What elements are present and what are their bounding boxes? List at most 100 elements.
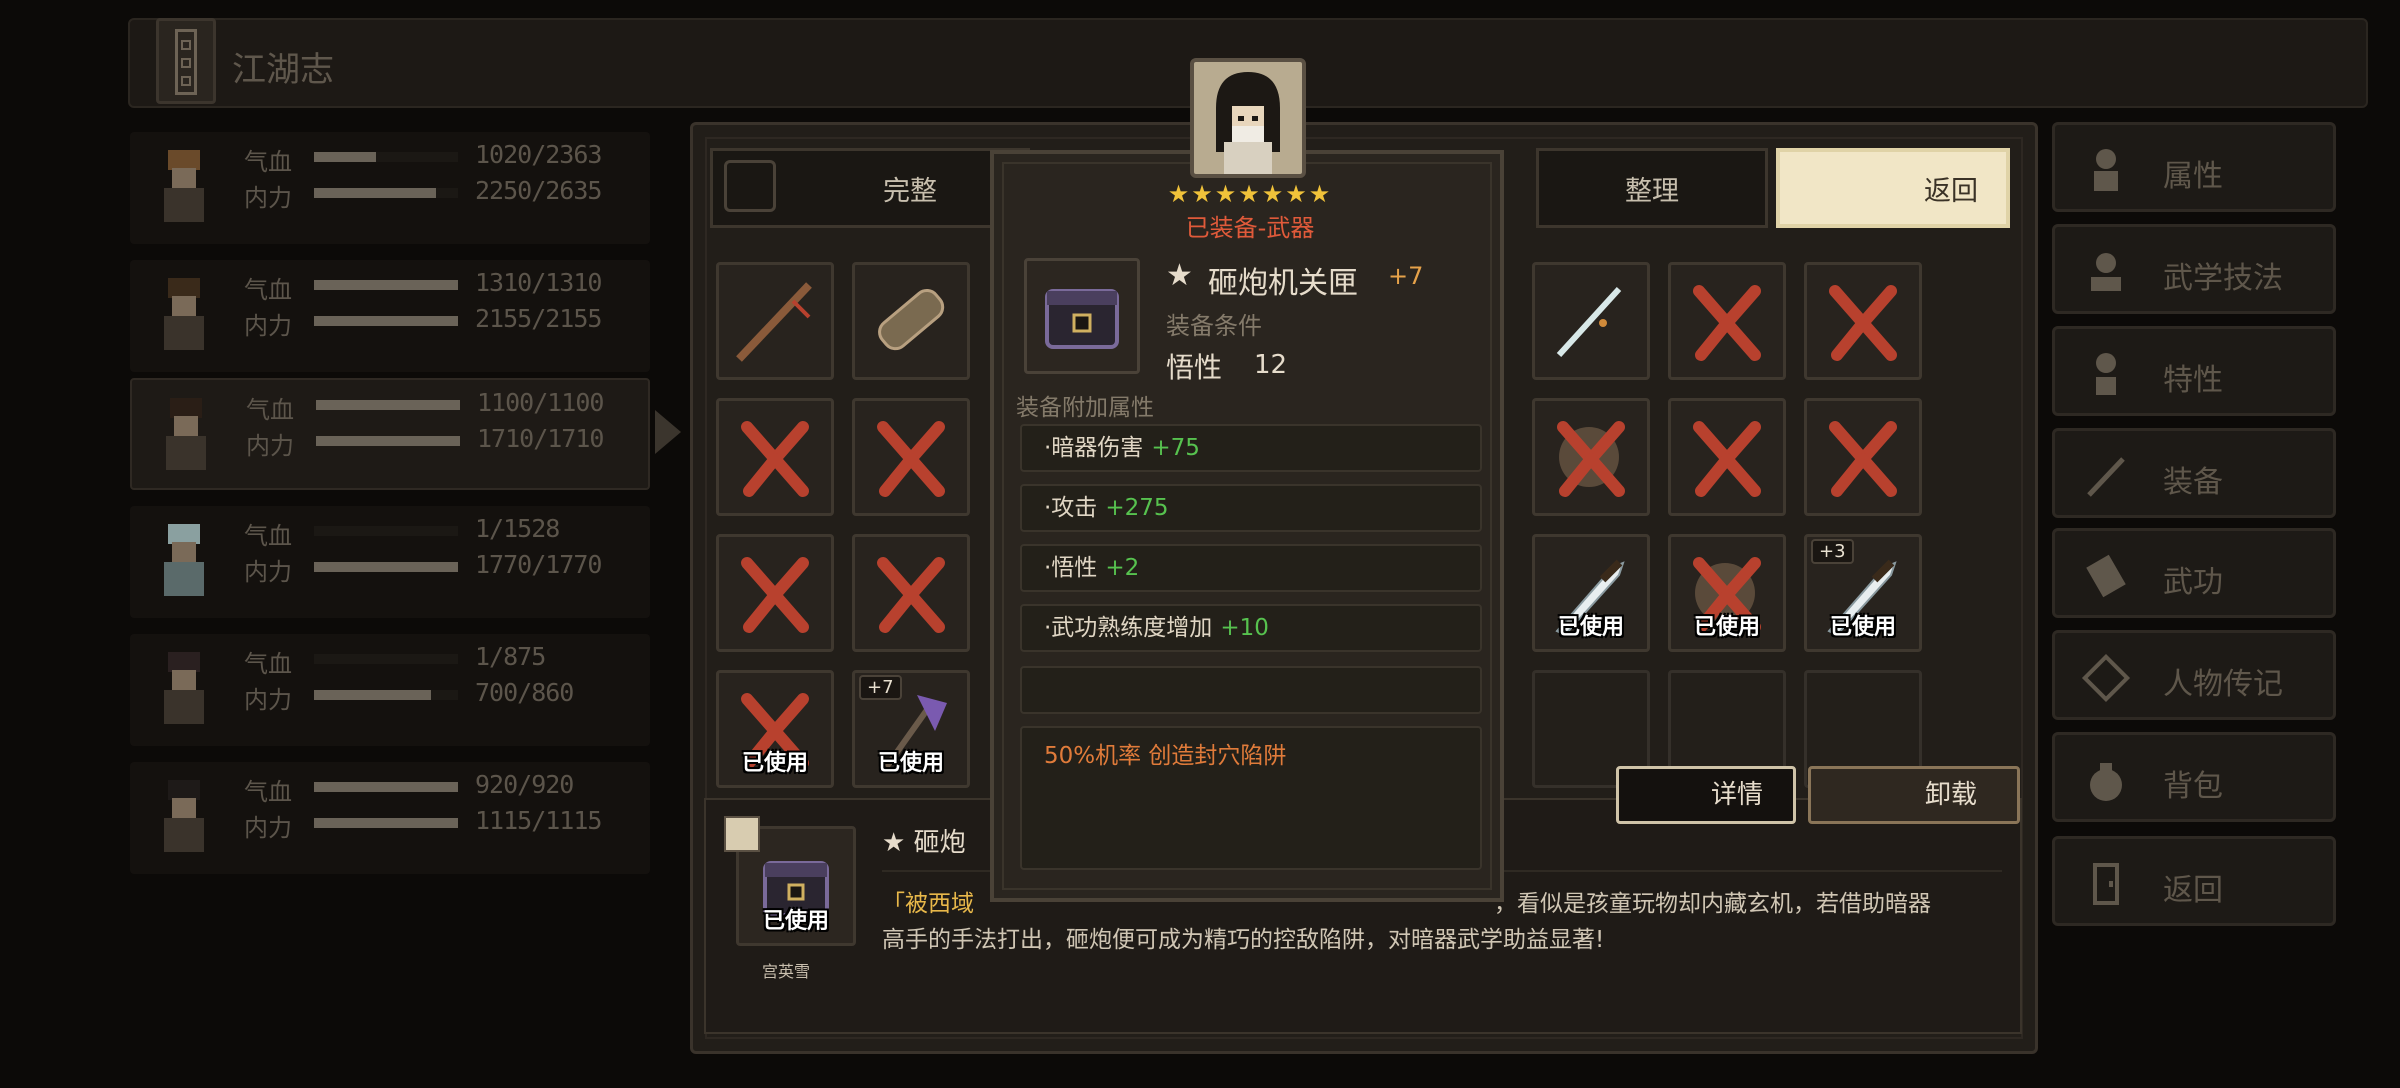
inventory-slot[interactable]	[1668, 398, 1786, 516]
attribute-value: +75	[1151, 435, 1200, 461]
inventory-slot[interactable]	[1804, 398, 1922, 516]
used-tag: 已使用	[1557, 615, 1624, 640]
mp-bar	[314, 316, 458, 326]
hp-label: 气血	[244, 778, 292, 806]
hp-value: 1/875	[475, 642, 546, 671]
mp-label: 内力	[244, 814, 292, 842]
menu-item[interactable]: 武学技法	[2052, 224, 2336, 314]
character-avatar	[144, 644, 224, 736]
inventory-slot[interactable]: 已使用	[716, 670, 834, 788]
mp-label: 内力	[246, 432, 294, 460]
bag-icon	[2081, 755, 2131, 805]
complete-checkbox[interactable]	[724, 160, 776, 212]
menu-item[interactable]: 装备	[2052, 428, 2336, 518]
hp-bar-fill	[314, 152, 376, 162]
inventory-slot[interactable]: 已使用	[1532, 534, 1650, 652]
hp-value: 1100/1100	[477, 388, 604, 417]
unload-button[interactable]: 卸载	[1808, 766, 2020, 824]
hp-label: 气血	[244, 276, 292, 304]
character-row[interactable]: 气血 内力 920/920 1115/1115	[130, 762, 650, 874]
sort-button[interactable]: 整理	[1536, 148, 1768, 228]
inventory-slot[interactable]: 已使用	[1668, 534, 1786, 652]
character-avatar	[144, 142, 224, 234]
menu-item[interactable]: 特性	[2052, 326, 2336, 416]
used-tag: 已使用	[1693, 615, 1760, 640]
character-row[interactable]: 气血 内力 1/875 700/860	[130, 634, 650, 746]
return-label: 返回	[1924, 175, 1978, 207]
selection-arrow-icon	[655, 410, 681, 454]
mp-bar	[314, 188, 458, 198]
attribute-name: ·攻击	[1044, 495, 1098, 521]
hp-bar	[314, 152, 458, 162]
inventory-slot[interactable]	[852, 262, 970, 380]
return-button[interactable]: 返回	[1776, 148, 2010, 228]
mp-bar	[314, 690, 458, 700]
mp-label: 内力	[244, 312, 292, 340]
character-avatar	[144, 516, 224, 608]
inventory-slot[interactable]: 已使用 +3	[1804, 534, 1922, 652]
meditation-icon	[2081, 247, 2131, 297]
mp-label: 内力	[244, 558, 292, 586]
inventory-slot[interactable]	[716, 534, 834, 652]
hp-label: 气血	[244, 148, 292, 176]
mp-bar	[314, 562, 458, 572]
special-effect: 50%机率 创造封穴陷阱	[1020, 726, 1482, 870]
hp-value: 920/920	[475, 770, 574, 799]
used-tag: 已使用	[741, 751, 808, 776]
character-row[interactable]: 气血 内力 1020/2363 2250/2635	[130, 132, 650, 244]
inventory-slot[interactable]	[1804, 262, 1922, 380]
hp-label: 气血	[244, 650, 292, 678]
attribute-name: ·武功熟练度增加	[1044, 615, 1213, 641]
mp-bar-fill	[314, 316, 458, 326]
used-tag: 已使用	[762, 909, 829, 934]
description-line-2: 高手的手法打出，砸炮便可成为精巧的控敌陷阱，对暗器武学助益显著!	[882, 927, 1605, 953]
menu-item[interactable]: 武功	[2052, 528, 2336, 618]
hp-value: 1310/1310	[475, 268, 602, 297]
attribute-row: ·武功熟练度增加 +10	[1020, 604, 1482, 652]
inventory-slot[interactable]	[716, 398, 834, 516]
inventory-slot[interactable]	[1532, 398, 1650, 516]
hp-label: 气血	[244, 522, 292, 550]
door-icon	[2081, 859, 2131, 909]
mp-value: 700/860	[475, 678, 574, 707]
menu-item-label: 人物传记	[2163, 667, 2283, 702]
inventory-slot[interactable]	[852, 534, 970, 652]
inventory-slot[interactable]	[852, 398, 970, 516]
owner-name: 宫英雪	[762, 962, 811, 981]
description-title: ★ 砸炮	[882, 828, 966, 858]
inventory-slot[interactable]	[1532, 262, 1650, 380]
item-upgrade-level: +7	[1388, 262, 1424, 290]
menu-item[interactable]: 背包	[2052, 732, 2336, 822]
menu-item[interactable]: 属性	[2052, 122, 2336, 212]
character-avatar	[144, 772, 224, 864]
detail-button[interactable]: 详情	[1616, 766, 1796, 824]
mp-bar	[314, 818, 458, 828]
character-avatar	[146, 390, 226, 482]
description-line-1-rest: ，看似是孩童玩物却内藏玄机，若借助暗器	[1494, 891, 1931, 917]
menu-item[interactable]: 人物传记	[2052, 630, 2336, 720]
mp-value: 2155/2155	[475, 304, 602, 333]
hp-bar-fill	[314, 280, 458, 290]
menu-item-label: 属性	[2163, 159, 2223, 194]
hp-bar	[314, 654, 458, 664]
used-tag: 已使用	[877, 751, 944, 776]
condition-name: 悟性	[1166, 351, 1223, 384]
character-row[interactable]: 气血内力 1310/1310 2155/2155	[130, 260, 650, 372]
attribute-value: +275	[1105, 495, 1169, 521]
mp-bar-fill	[314, 188, 437, 198]
item-star: ★	[1166, 258, 1193, 293]
scroll-icon	[2081, 653, 2131, 703]
attribute-row: ·攻击 +275	[1020, 484, 1482, 532]
inventory-slot[interactable]	[716, 262, 834, 380]
mp-value: 1770/1770	[475, 550, 602, 579]
menu-item-label: 返回	[2163, 873, 2223, 908]
trait-icon	[2081, 349, 2131, 399]
menu-item-label: 背包	[2163, 769, 2223, 804]
inventory-slot[interactable]: 已使用 +7	[852, 670, 970, 788]
menu-item[interactable]: 返回	[2052, 836, 2336, 926]
character-row[interactable]: 气血 内力 1100/1100 1710/1710	[130, 378, 650, 490]
condition-label: 装备条件	[1166, 312, 1262, 340]
inventory-slot[interactable]	[1668, 262, 1786, 380]
character-row[interactable]: 气血 内力 1/1528 1770/1770	[130, 506, 650, 618]
mp-bar-fill	[316, 436, 460, 446]
